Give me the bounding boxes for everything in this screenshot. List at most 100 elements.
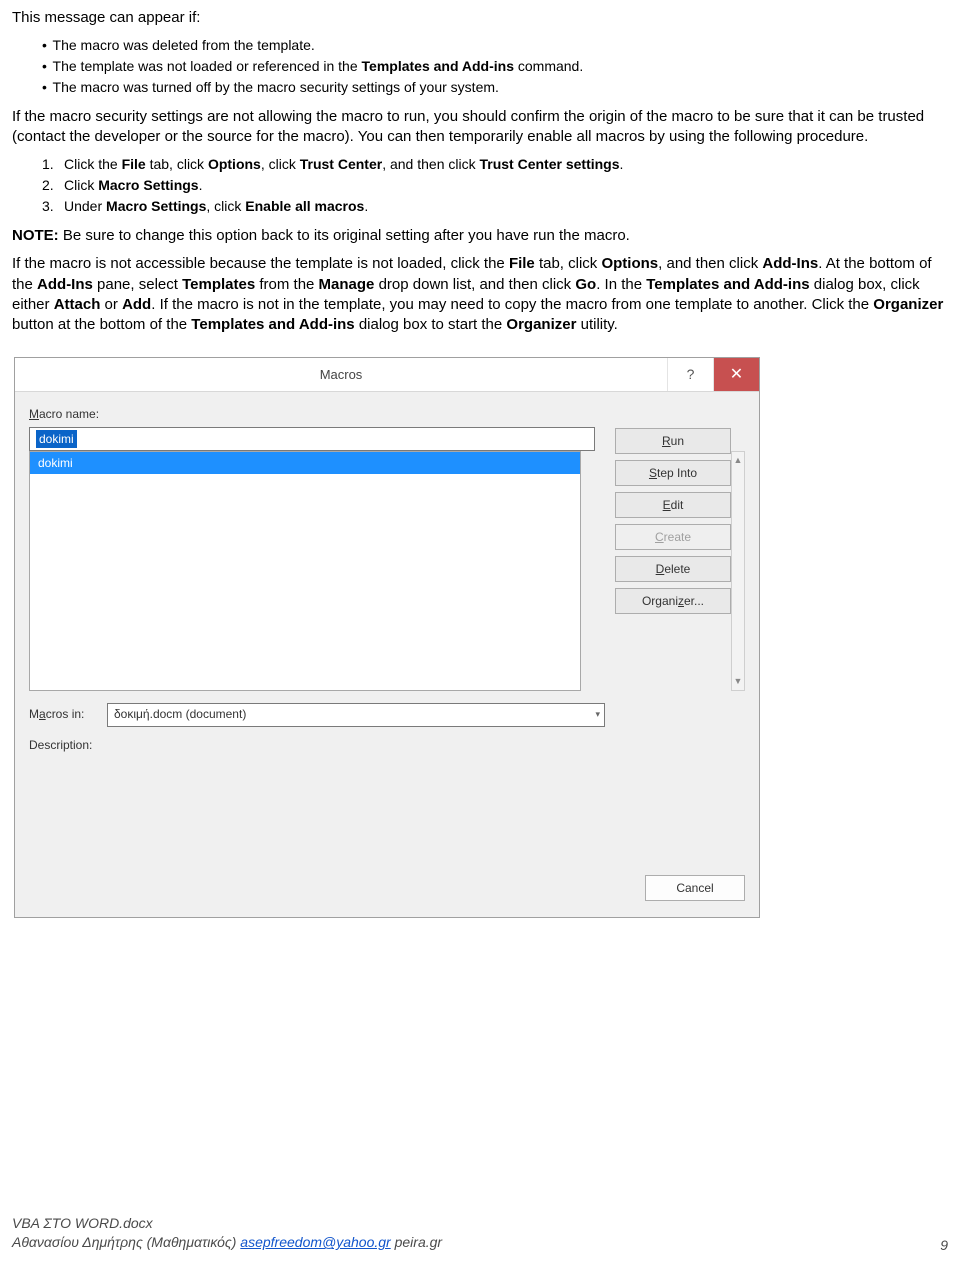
close-icon[interactable]: ✕ xyxy=(713,358,759,391)
bullet-item: The macro was turned off by the macro se… xyxy=(42,78,948,97)
para-text: dialog box to start the xyxy=(355,316,507,333)
organizer-button[interactable]: Organizer... xyxy=(615,588,731,614)
note: NOTE: Be sure to change this option back… xyxy=(12,226,948,246)
para-text: pane, select xyxy=(93,276,182,293)
macros-in-combobox[interactable]: δοκιμή.docm (document) ▾ xyxy=(107,703,605,727)
bullet-list: The macro was deleted from the template.… xyxy=(42,36,948,97)
btn-label: reate xyxy=(664,529,691,545)
btn-label: er... xyxy=(684,593,704,609)
step-text: . xyxy=(620,156,624,172)
note-text: Be sure to change this option back to it… xyxy=(59,227,630,244)
footer-email-link[interactable]: asepfreedom@yahoo.gr xyxy=(240,1234,390,1250)
cancel-button[interactable]: Cancel xyxy=(645,875,745,901)
step-number: 2. xyxy=(42,176,64,195)
step-bold: Trust Center xyxy=(300,156,382,172)
input-value: dokimi xyxy=(36,430,77,448)
note-label: NOTE: xyxy=(12,227,59,244)
para-bold: Add-Ins xyxy=(37,276,93,293)
intro-text: This message can appear if: xyxy=(12,8,948,28)
page-number: 9 xyxy=(940,1237,948,1253)
btn-hotkey: C xyxy=(655,529,664,545)
help-icon[interactable]: ? xyxy=(667,358,713,391)
btn-hotkey: S xyxy=(649,465,657,481)
bullet-text: The macro was turned off by the macro se… xyxy=(53,79,499,95)
para-bold: Go xyxy=(575,276,596,293)
dialog-titlebar[interactable]: Macros ? ✕ xyxy=(15,358,759,392)
footer-site: peira.gr xyxy=(391,1234,442,1250)
combo-value: δοκιμή.docm (document) xyxy=(114,706,246,722)
label-hotkey: a xyxy=(39,707,46,721)
label-text: cros in: xyxy=(46,707,85,721)
para-bold: Templates and Add-ins xyxy=(191,316,354,333)
para-bold: Templates and Add-ins xyxy=(646,276,809,293)
para-text: drop down list, and then click xyxy=(374,276,575,293)
step-text: Click the xyxy=(64,156,122,172)
macro-listbox[interactable]: dokimi xyxy=(29,451,581,691)
description-label: Description: xyxy=(29,737,745,753)
step-into-button[interactable]: Step Into xyxy=(615,460,731,486)
label-hotkey: M xyxy=(29,407,39,421)
footer-author: Αθανασίου Δημήτρης (Μαθηματικός) xyxy=(12,1234,240,1250)
macro-name-input[interactable]: dokimi xyxy=(29,427,595,451)
step-text: Click xyxy=(64,177,98,193)
paragraph: If the macro security settings are not a… xyxy=(12,107,948,148)
para-text: from the xyxy=(255,276,318,293)
step-number: 3. xyxy=(42,197,64,216)
step-text: , click xyxy=(261,156,300,172)
step-item: 3.Under Macro Settings, click Enable all… xyxy=(42,197,948,216)
delete-button[interactable]: Delete xyxy=(615,556,731,582)
edit-button[interactable]: Edit xyxy=(615,492,731,518)
bullet-text: The macro was deleted from the template. xyxy=(53,37,315,53)
para-bold: Organizer xyxy=(506,316,576,333)
step-bold: Options xyxy=(208,156,261,172)
btn-label: un xyxy=(671,433,684,449)
step-bold: File xyxy=(122,156,146,172)
para-bold: Options xyxy=(601,255,658,272)
description-area xyxy=(29,759,747,869)
para-text: or xyxy=(100,296,122,313)
scroll-up-icon[interactable]: ▲ xyxy=(734,452,743,468)
list-item[interactable]: dokimi xyxy=(30,452,580,474)
listbox-scrollbar[interactable]: ▲ ▼ xyxy=(731,451,745,691)
para-text: , and then click xyxy=(658,255,762,272)
create-button[interactable]: Create xyxy=(615,524,731,550)
step-bold: Macro Settings xyxy=(106,198,206,214)
step-text: , and then click xyxy=(382,156,479,172)
para-bold: File xyxy=(509,255,535,272)
bullet-text: The template was not loaded or reference… xyxy=(53,58,362,74)
step-text: Under xyxy=(64,198,106,214)
btn-label: elete xyxy=(664,561,690,577)
page-footer: VBA ΣΤΟ WORD.docx Αθανασίου Δημήτρης (Μα… xyxy=(12,1214,948,1253)
macros-in-label: Macros in: xyxy=(29,706,99,722)
para-text: tab, click xyxy=(535,255,602,272)
scroll-down-icon[interactable]: ▼ xyxy=(734,673,743,689)
step-text: . xyxy=(364,198,368,214)
para-text: utility. xyxy=(576,316,617,333)
paragraph: If the macro is not accessible because t… xyxy=(12,254,948,335)
btn-label: dit xyxy=(671,497,684,513)
numbered-steps: 1.Click the File tab, click Options, cli… xyxy=(42,155,948,216)
footer-filename: VBA ΣΤΟ WORD.docx xyxy=(12,1214,442,1234)
para-text: If the macro is not accessible because t… xyxy=(12,255,509,272)
btn-hotkey: R xyxy=(662,433,671,449)
step-bold: Trust Center settings xyxy=(479,156,619,172)
dialog-title: Macros xyxy=(15,358,667,391)
macro-name-label: Macro name: xyxy=(29,406,745,422)
run-button[interactable]: Run xyxy=(615,428,731,454)
para-text: . In the xyxy=(596,276,646,293)
btn-label: tep Into xyxy=(657,465,697,481)
chevron-down-icon: ▾ xyxy=(595,708,600,720)
btn-hotkey: D xyxy=(656,561,665,577)
btn-label: Organi xyxy=(642,593,678,609)
label-text: M xyxy=(29,707,39,721)
para-bold: Organizer xyxy=(873,296,943,313)
step-text: . xyxy=(199,177,203,193)
para-bold: Add xyxy=(122,296,151,313)
bullet-text: command. xyxy=(514,58,583,74)
step-bold: Macro Settings xyxy=(98,177,198,193)
bullet-bold: Templates and Add-ins xyxy=(362,58,514,74)
para-text: . If the macro is not in the template, y… xyxy=(151,296,873,313)
para-bold: Attach xyxy=(54,296,101,313)
para-text: button at the bottom of the xyxy=(12,316,191,333)
para-bold: Add-Ins xyxy=(762,255,818,272)
